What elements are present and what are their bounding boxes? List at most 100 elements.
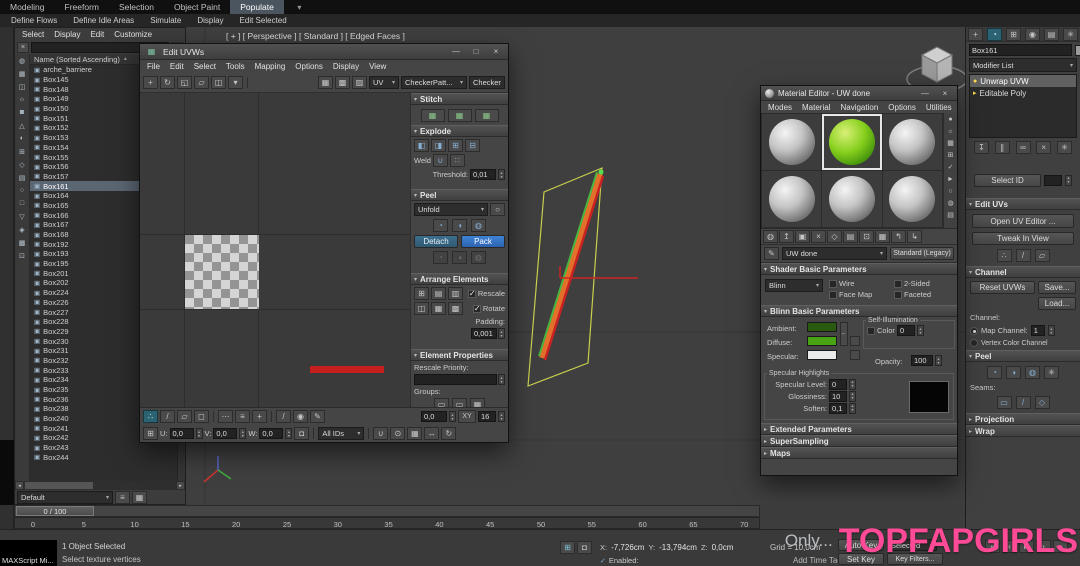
maxscript-listener-tab[interactable]: MAXScript Mi... [0, 540, 57, 566]
ribbon-tab-populate[interactable]: Populate [230, 0, 284, 14]
stitch-to-target-icon[interactable]: ▦ [475, 109, 499, 122]
utilities-tab-icon[interactable]: ✳ [1063, 28, 1078, 41]
peel-options-icon[interactable]: ✳ [1044, 366, 1059, 379]
ambient-color-swatch[interactable] [807, 322, 837, 332]
explorer-settings-icon[interactable]: ▦ [132, 491, 147, 504]
time-slider[interactable]: 0 / 100 [14, 505, 760, 517]
pack-rotate-icon[interactable]: ▥ [448, 287, 463, 300]
blinn-rollout-header[interactable]: ▾Blinn Basic Parameters [761, 305, 957, 317]
threshold-field[interactable]: 0,01 [470, 169, 496, 180]
pack-full-icon[interactable]: ▦ [431, 302, 446, 315]
assign-to-selection-icon[interactable]: ▣ [795, 230, 810, 243]
z-coordinate[interactable]: 0,0cm [712, 543, 734, 552]
grid-size-spinner[interactable] [498, 411, 505, 422]
face-subobject-icon[interactable]: ▱ [1035, 249, 1050, 262]
pan-icon[interactable]: ↔ [424, 427, 439, 440]
split-icon[interactable]: ⊟ [465, 139, 480, 152]
pelt-map-icon[interactable]: ◍ [1025, 366, 1040, 379]
material-id-channel-icon[interactable]: ⊡ [859, 230, 874, 243]
w-coordinate-field[interactable]: 0,0 [259, 428, 283, 439]
pack-rescale-icon[interactable]: ▤ [431, 287, 446, 300]
pack-button[interactable]: Pack [461, 235, 505, 248]
maximize-icon[interactable]: □ [468, 46, 484, 58]
opacity-spinner[interactable] [935, 355, 942, 366]
explorer-item[interactable]: ▣Box244 [30, 453, 177, 463]
explorer-item[interactable]: ▣Box243 [30, 443, 177, 453]
uv-menu-item[interactable]: Mapping [250, 62, 291, 71]
expand-arrow-icon[interactable]: ▸ [973, 89, 977, 97]
x-coordinate[interactable]: -7,726cm [611, 543, 644, 552]
uv-menu-item[interactable]: Edit [165, 62, 189, 71]
pack-normalize-icon[interactable]: ⊞ [414, 287, 429, 300]
projection-rollout-header[interactable]: ▸Projection [966, 413, 1080, 425]
ribbon-tab-freeform[interactable]: Freeform [55, 0, 109, 14]
show-map-in-viewport-icon[interactable]: ▦ [875, 230, 890, 243]
select-menu-icon[interactable]: ≡ [235, 410, 250, 423]
minimize-icon[interactable]: — [917, 87, 933, 99]
edge-loop-icon[interactable]: / [276, 410, 291, 423]
selected-uv-element[interactable] [310, 366, 384, 373]
flyout-caret-icon[interactable]: ▾ [228, 76, 243, 89]
isolate-selection-icon[interactable]: ⊞ [560, 541, 575, 554]
two-sided-checkbox[interactable] [894, 280, 902, 288]
element-mode-icon[interactable]: ◻ [194, 410, 209, 423]
target-weld-icon[interactable]: ◉ [293, 410, 308, 423]
modify-tab-icon[interactable]: ◔ [987, 28, 1002, 41]
padding-field[interactable]: 0,001 [471, 328, 497, 339]
key-mode-dropdown[interactable]: Selected [887, 539, 937, 551]
object-color-swatch[interactable] [1075, 45, 1080, 56]
rescale-priority-field[interactable] [414, 374, 497, 385]
modifier-bulb-icon[interactable]: ● [973, 78, 977, 85]
display-helpers-icon[interactable]: △ [16, 119, 29, 132]
modifier-stack-item[interactable]: ▸Editable Poly [970, 87, 1076, 99]
channel-rollout-header[interactable]: ▾Channel [966, 266, 1080, 278]
set-key-button[interactable]: Set Key [838, 553, 884, 565]
track-bar[interactable]: 0510152025303540455055606570 [14, 517, 760, 529]
display-geometry-icon[interactable]: ▦ [16, 67, 29, 80]
select-dots-icon[interactable]: ⋯ [218, 410, 233, 423]
scale-tool-icon[interactable]: ◱ [177, 76, 192, 89]
add-time-tag[interactable]: Add Time Tag [793, 556, 842, 565]
lock-ambient-diffuse-icon[interactable]: ⌐ [840, 322, 848, 346]
uv-menu-item[interactable]: Display [328, 62, 364, 71]
rotate-checkbox[interactable] [473, 305, 481, 313]
uv-menu-item[interactable]: Tools [221, 62, 250, 71]
viewport-label[interactable]: [ + ] [ Perspective ] [ Standard ] [ Edg… [226, 31, 405, 41]
diffuse-color-swatch[interactable] [807, 336, 837, 346]
explode-to-polys-icon[interactable]: ◧ [414, 139, 429, 152]
wire-checkbox[interactable] [829, 280, 837, 288]
ribbon-minimize-caret-icon[interactable]: ▾ [292, 1, 307, 14]
material-id-filter-dropdown[interactable]: All IDs [318, 427, 364, 440]
object-name-field[interactable] [969, 44, 1072, 56]
freeform-tool-icon[interactable]: ▱ [194, 76, 209, 89]
zoom-region-icon[interactable]: ▦ [407, 427, 422, 440]
draw-icon[interactable]: ✎ [310, 410, 325, 423]
previous-frame-icon[interactable]: ‹ [1002, 540, 1017, 553]
display-tab-icon[interactable]: ▤ [1044, 28, 1059, 41]
faceted-checkbox[interactable] [894, 291, 902, 299]
material-slot[interactable] [822, 171, 881, 227]
select-id-field[interactable] [1044, 175, 1062, 186]
face-mode-icon[interactable]: ▱ [177, 410, 192, 423]
zoom-icon[interactable]: ⊙ [390, 427, 405, 440]
weld-all-icon[interactable]: ∷ [450, 154, 465, 167]
texture-list-dropdown[interactable]: CheckerPatt... [401, 76, 467, 89]
padding-spinner[interactable] [498, 328, 505, 339]
pack-custom-icon[interactable]: ▩ [448, 302, 463, 315]
configure-stack-icon[interactable]: ✳ [1057, 141, 1072, 154]
shader-rollout-header[interactable]: ▾Shader Basic Parameters [761, 263, 957, 275]
ribbon-tool-button[interactable]: Define Flows [4, 16, 64, 25]
material-menu-item[interactable]: Navigation [835, 103, 883, 112]
glossiness-spinner[interactable] [849, 391, 856, 402]
self-illum-spinner[interactable] [917, 325, 924, 336]
make-preview-icon[interactable]: ► [945, 173, 957, 185]
break-icon[interactable]: ⊞ [448, 139, 463, 152]
reset-uvws-button[interactable]: Reset UVWs [970, 281, 1035, 294]
zoom-extents-icon[interactable]: ↻ [441, 427, 456, 440]
edit-seams-icon[interactable]: ▭ [997, 396, 1012, 409]
point-to-point-seam-icon[interactable]: / [1016, 396, 1031, 409]
uv-canvas[interactable] [140, 93, 411, 407]
show-map-icon[interactable]: ▦ [318, 76, 333, 89]
open-uv-editor-button[interactable]: Open UV Editor ... [972, 214, 1074, 228]
put-to-library-icon[interactable]: ▤ [843, 230, 858, 243]
